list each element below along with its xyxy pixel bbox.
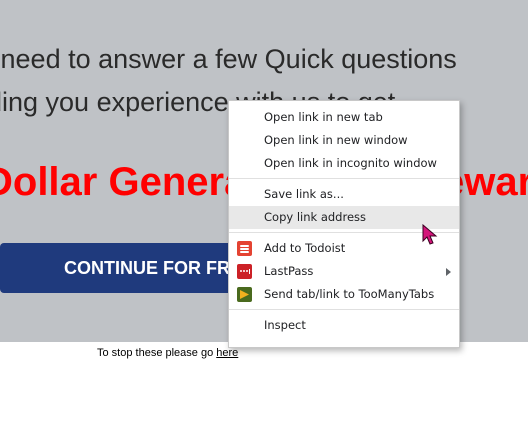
mouse-pointer-icon	[422, 223, 438, 251]
toomanytabs-icon	[237, 287, 252, 302]
todoist-icon	[237, 241, 252, 256]
stop-notice-text: To stop these please go	[97, 347, 217, 359]
menu-separator	[229, 309, 459, 310]
menu-item-inspect[interactable]: Inspect	[229, 314, 459, 337]
lastpass-icon	[237, 264, 252, 279]
menu-separator	[229, 178, 459, 179]
menu-item-open-new-window[interactable]: Open link in new window	[229, 129, 459, 152]
submenu-arrow-icon	[446, 268, 451, 276]
menu-item-label: Send tab/link to TooManyTabs	[264, 287, 435, 301]
menu-item-open-new-tab[interactable]: Open link in new tab	[229, 106, 459, 129]
stop-here-link[interactable]: here	[216, 347, 238, 359]
continue-button-label: CONTINUE FOR FREE	[64, 257, 255, 278]
menu-item-lastpass[interactable]: LastPass	[229, 260, 459, 283]
question-line-1: u need to answer a few Quick questions	[0, 44, 457, 74]
menu-item-label: LastPass	[264, 264, 314, 278]
menu-item-label: Add to Todoist	[264, 241, 346, 255]
menu-item-open-incognito[interactable]: Open link in incognito window	[229, 152, 459, 175]
menu-item-send-to-toomanytabs[interactable]: Send tab/link to TooManyTabs	[229, 283, 459, 306]
stop-notice: To stop these please go here	[97, 347, 238, 359]
menu-item-save-link[interactable]: Save link as...	[229, 183, 459, 206]
